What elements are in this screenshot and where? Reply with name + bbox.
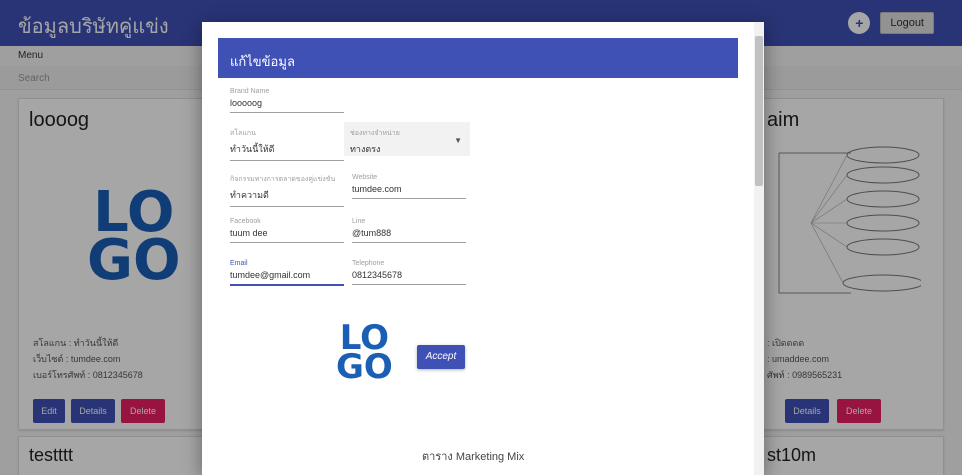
email-field[interactable]: Email tumdee@gmail.com	[230, 260, 344, 286]
line-field[interactable]: Line @tum888	[352, 218, 466, 243]
website-input[interactable]: tumdee.com	[352, 184, 466, 199]
brand-name-field[interactable]: Brand Name looooog	[230, 88, 344, 113]
line-label: Line	[352, 218, 366, 225]
brand-name-label: Brand Name	[230, 88, 270, 95]
company-logo: LO GO	[336, 321, 393, 387]
facebook-field[interactable]: Facebook tuum dee	[230, 218, 344, 243]
telephone-label: Telephone	[352, 260, 385, 267]
facebook-input[interactable]: tuum dee	[230, 228, 344, 243]
strategy-field[interactable]: กิจกรรมทางการตลาดของคู่แข่งขัน ทำความดี	[230, 174, 344, 207]
telephone-field[interactable]: Telephone 0812345678	[352, 260, 466, 285]
channel-value: ทางตรง	[350, 144, 381, 154]
strategy-input[interactable]: ทำความดี	[230, 188, 344, 207]
dialog-title: แก้ไขข้อมูล	[218, 38, 738, 78]
slogan-label: สโลแกน	[230, 130, 256, 137]
facebook-label: Facebook	[230, 218, 261, 225]
dialog-scrollbar[interactable]	[754, 22, 764, 475]
telephone-input[interactable]: 0812345678	[352, 270, 466, 285]
strategy-label: กิจกรรมทางการตลาดของคู่แข่งขัน	[230, 176, 336, 183]
logo-text-bottom: GO	[336, 346, 393, 387]
marketing-mix-heading: ตาราง Marketing Mix	[422, 451, 525, 463]
line-input[interactable]: @tum888	[352, 228, 466, 243]
brand-name-input[interactable]: looooog	[230, 98, 344, 113]
website-field[interactable]: Website tumdee.com	[352, 174, 466, 199]
email-input[interactable]: tumdee@gmail.com	[230, 270, 344, 286]
website-label: Website	[352, 174, 378, 181]
accept-button[interactable]: Accept	[417, 345, 465, 369]
slogan-field[interactable]: สโลแกน ทำวันนี้ให้ดี	[230, 128, 344, 161]
email-label: Email	[230, 260, 248, 267]
channel-label: ช่องทางจำหน่าย	[350, 130, 400, 137]
slogan-input[interactable]: ทำวันนี้ให้ดี	[230, 142, 344, 161]
dropdown-arrow-icon: ▼	[454, 136, 462, 145]
scrollbar-thumb[interactable]	[755, 36, 763, 186]
channel-select[interactable]: ช่องทางจำหน่าย ทางตรง ▼	[344, 122, 470, 156]
edit-dialog: แก้ไขข้อมูล Brand Name looooog สโลแกน ทำ…	[202, 22, 764, 475]
